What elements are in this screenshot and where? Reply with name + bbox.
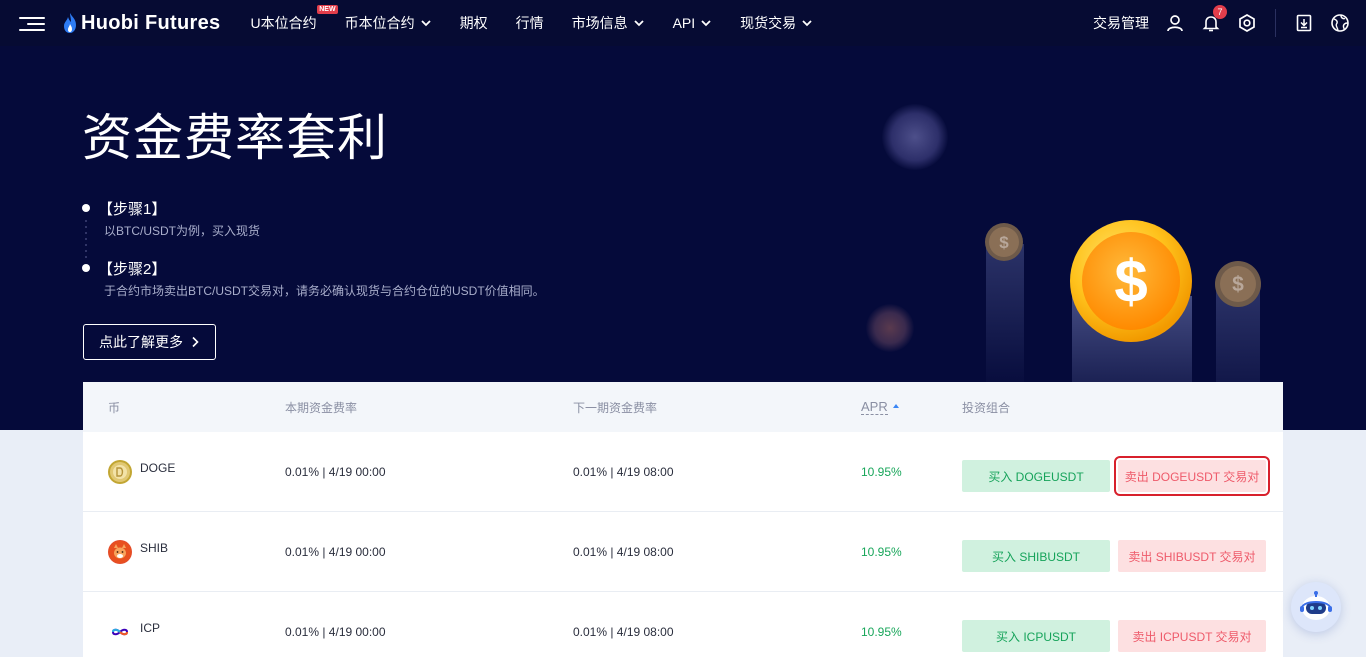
coin-name: ICP	[140, 621, 161, 635]
hero-banner: 资金费率套利 【步骤1】 以BTC/USDT为例，买入现货 【步骤2】 于合约市…	[0, 46, 1366, 430]
step-2-title: 【步骤2】	[98, 261, 167, 278]
step-1-desc: 以BTC/USDT为例，买入现货	[104, 224, 261, 238]
shib-icon	[108, 540, 132, 564]
step-connector	[85, 218, 87, 258]
col-apr[interactable]: APR	[861, 382, 900, 432]
logo[interactable]: Huobi Futures	[63, 0, 220, 46]
chevron-down-icon	[701, 20, 711, 27]
step-dot	[82, 264, 90, 272]
robot-assistant-icon[interactable]	[1291, 582, 1341, 632]
coin-cell: ICP	[108, 592, 160, 657]
icp-icon	[108, 620, 132, 644]
chevron-down-icon	[420, 20, 431, 27]
coin-name: SHIB	[140, 541, 169, 555]
apr-value: 10.95%	[861, 545, 902, 559]
blur-coin-2	[866, 304, 914, 352]
light-pillar	[986, 244, 1024, 394]
apr-header-label: APR	[861, 398, 888, 415]
new-badge: NEW	[317, 5, 338, 14]
nav-item-usdt-futures[interactable]: U本位合约 NEW	[250, 5, 338, 33]
trade-management-link[interactable]: 交易管理	[1093, 13, 1149, 33]
nav-right: 交易管理 7	[1093, 0, 1366, 46]
nav-item-spot[interactable]: 现货交易	[740, 13, 813, 33]
sell-icp-button[interactable]: 卖出 ICPUSDT 交易对	[1118, 620, 1266, 652]
user-icon[interactable]	[1165, 13, 1185, 33]
svg-text:$: $	[1232, 273, 1244, 296]
doge-icon	[108, 460, 132, 484]
coin-name: DOGE	[140, 461, 176, 475]
nav-items: U本位合约 NEW 币本位合约 期权 行情 市场信息 API 现货交易	[250, 0, 841, 46]
coin-cell: SHIB	[108, 512, 168, 592]
step-2-desc: 于合约市场卖出BTC/USDT交易对，请务必确认现货与合约仓位的USDT价值相同…	[104, 284, 545, 298]
nav-item-options[interactable]: 期权	[460, 13, 488, 33]
next-rate: 0.01% | 4/19 08:00	[573, 625, 674, 639]
step-dot	[82, 204, 90, 212]
coins-illustration: $ $ $	[860, 86, 1300, 430]
col-current-rate: 本期资金费率	[285, 400, 358, 415]
apr-value: 10.95%	[861, 465, 902, 479]
next-rate: 0.01% | 4/19 08:00	[573, 465, 674, 479]
current-rate: 0.01% | 4/19 00:00	[285, 625, 386, 639]
nav-item-api[interactable]: API	[673, 15, 713, 31]
hero-title: 资金费率套利	[82, 110, 388, 166]
buy-icp-button[interactable]: 买入 ICPUSDT	[962, 620, 1110, 652]
table-row: ICP 0.01% | 4/19 00:00 0.01% | 4/19 08:0…	[83, 592, 1283, 657]
settings-icon[interactable]	[1237, 13, 1257, 33]
dollar-coin-icon: $	[1215, 261, 1261, 307]
nav-item-market-info[interactable]: 市场信息	[572, 13, 645, 33]
chevron-down-icon	[633, 20, 644, 27]
page: Huobi Futures U本位合约 NEW 币本位合约 期权 行情 市场信息	[0, 0, 1366, 657]
table-row: SHIB 0.01% | 4/19 00:00 0.01% | 4/19 08:…	[83, 512, 1283, 592]
learn-more-button[interactable]: 点此了解更多	[83, 324, 216, 360]
apr-value: 10.95%	[861, 625, 902, 639]
col-portfolio: 投资组合	[962, 400, 1011, 415]
current-rate: 0.01% | 4/19 00:00	[285, 465, 386, 479]
funding-rate-table: 币 本期资金费率 下一期资金费率 APR 投资组合 DOGE 0.01% | 4…	[83, 382, 1283, 657]
table-row: DOGE 0.01% | 4/19 00:00 0.01% | 4/19 08:…	[83, 432, 1283, 512]
bell-icon[interactable]: 7	[1201, 5, 1227, 33]
dollar-coin-icon: $	[1070, 220, 1192, 342]
chevron-down-icon	[802, 20, 812, 27]
buy-doge-button[interactable]: 买入 DOGEUSDT	[962, 460, 1110, 492]
top-nav: Huobi Futures U本位合约 NEW 币本位合约 期权 行情 市场信息	[0, 0, 1366, 46]
download-icon[interactable]	[1294, 13, 1314, 33]
coin-cell: DOGE	[108, 432, 175, 512]
chevron-right-icon	[192, 336, 199, 348]
next-rate: 0.01% | 4/19 08:00	[573, 545, 674, 559]
nav-divider	[1275, 9, 1276, 37]
flame-icon	[64, 13, 76, 33]
step-1-title: 【步骤1】	[98, 201, 167, 218]
notification-count-badge: 7	[1213, 5, 1227, 19]
nav-item-coin-futures[interactable]: 币本位合约	[345, 13, 432, 33]
table-header: 币 本期资金费率 下一期资金费率 APR 投资组合	[83, 382, 1283, 432]
nav-item-market[interactable]: 行情	[516, 13, 544, 33]
sell-doge-button[interactable]: 卖出 DOGEUSDT 交易对	[1114, 456, 1270, 496]
menu-icon[interactable]	[19, 15, 45, 31]
blur-coin-1	[882, 104, 948, 170]
current-rate: 0.01% | 4/19 00:00	[285, 545, 386, 559]
col-coin: 币	[108, 400, 121, 415]
buy-shib-button[interactable]: 买入 SHIBUSDT	[962, 540, 1110, 572]
col-next-rate: 下一期资金费率	[573, 400, 658, 415]
logo-text: Huobi Futures	[81, 11, 221, 34]
svg-text:$: $	[999, 233, 1009, 252]
svg-text:$: $	[1114, 248, 1147, 315]
dollar-coin-icon: $	[985, 223, 1023, 261]
globe-icon[interactable]	[1330, 13, 1350, 33]
sort-icon	[892, 404, 899, 408]
sell-shib-button[interactable]: 卖出 SHIBUSDT 交易对	[1118, 540, 1266, 572]
